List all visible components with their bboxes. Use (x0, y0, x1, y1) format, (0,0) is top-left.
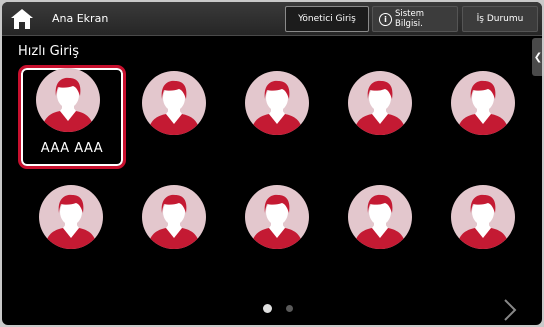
home-screen: Ana Ekran Yönetici Giriş i Sistem Bilgis… (2, 2, 542, 325)
top-bar: Ana Ekran Yönetici Giriş i Sistem Bilgis… (2, 2, 542, 36)
user-tile[interactable] (433, 182, 533, 282)
system-info-label: Sistem Bilgisi. (395, 9, 425, 29)
user-tile[interactable] (124, 182, 224, 282)
user-avatar-icon (39, 185, 103, 249)
user-avatar-icon (348, 185, 412, 249)
page-dot-2[interactable] (286, 305, 293, 312)
user-tile[interactable] (227, 68, 327, 168)
user-avatar-icon (451, 71, 515, 135)
user-tile[interactable] (21, 182, 121, 282)
user-avatar-icon (348, 71, 412, 135)
user-tile[interactable] (433, 68, 533, 168)
user-avatar-icon (451, 185, 515, 249)
user-tile[interactable] (227, 182, 327, 282)
next-page-button[interactable] (500, 298, 520, 322)
user-avatar-icon (142, 185, 206, 249)
user-tile[interactable] (330, 68, 430, 168)
home-icon (11, 9, 33, 29)
user-tile[interactable]: AAA AAA (18, 65, 126, 169)
screen-title: Ana Ekran (52, 12, 109, 25)
page-dot-1[interactable] (263, 304, 272, 313)
chevron-right-icon (504, 299, 517, 321)
home-button[interactable] (10, 8, 34, 30)
user-tile[interactable] (330, 182, 430, 282)
system-info-button[interactable]: i Sistem Bilgisi. (372, 6, 458, 32)
quick-login-title: Hızlı Giriş (18, 44, 79, 59)
side-panel-tab[interactable]: ❮ (532, 38, 542, 76)
user-name-label: AAA AAA (40, 141, 104, 156)
chevron-left-icon: ❮ (533, 51, 542, 63)
user-avatar-icon (245, 71, 309, 135)
user-avatar-icon (142, 71, 206, 135)
user-tile[interactable] (124, 68, 224, 168)
job-status-button[interactable]: İş Durumu (462, 6, 538, 32)
admin-login-button[interactable]: Yönetici Giriş (285, 6, 369, 32)
user-avatar-icon (245, 185, 309, 249)
info-icon: i (379, 12, 392, 26)
user-avatar-icon (36, 68, 100, 132)
